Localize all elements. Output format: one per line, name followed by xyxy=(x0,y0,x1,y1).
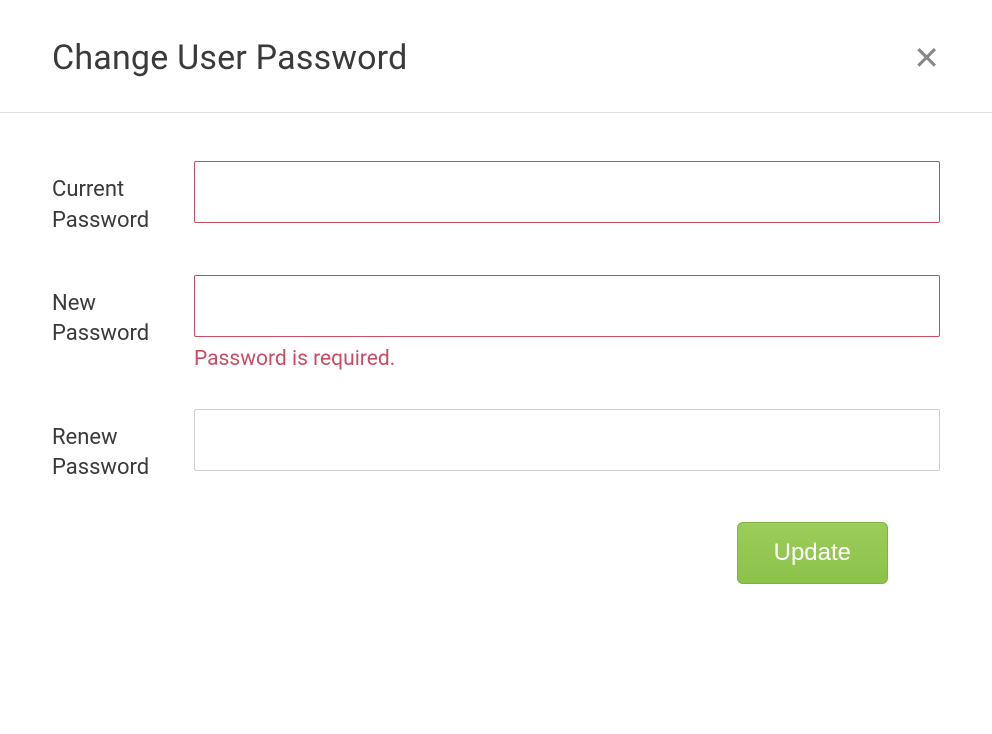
modal-header: Change User Password ✕ xyxy=(0,0,992,113)
renew-password-label: Renew Password xyxy=(52,409,194,485)
close-icon: ✕ xyxy=(913,40,940,76)
new-password-label: New Password xyxy=(52,275,194,351)
new-password-row: New Password Password is required. xyxy=(52,275,940,371)
renew-password-row: Renew Password xyxy=(52,409,940,485)
close-button[interactable]: ✕ xyxy=(913,42,940,74)
change-password-modal: Change User Password ✕ Current Password … xyxy=(0,0,992,734)
renew-password-field-wrapper xyxy=(194,409,940,471)
modal-title: Change User Password xyxy=(52,38,407,78)
renew-password-input[interactable] xyxy=(194,409,940,471)
new-password-error: Password is required. xyxy=(194,347,940,371)
current-password-input[interactable] xyxy=(194,161,940,223)
new-password-input[interactable] xyxy=(194,275,940,337)
current-password-label: Current Password xyxy=(52,161,194,237)
new-password-field-wrapper: Password is required. xyxy=(194,275,940,371)
current-password-row: Current Password xyxy=(52,161,940,237)
update-button[interactable]: Update xyxy=(737,522,888,584)
modal-body: Current Password New Password Password i… xyxy=(0,113,992,614)
current-password-field-wrapper xyxy=(194,161,940,223)
modal-footer: Update xyxy=(52,522,940,584)
